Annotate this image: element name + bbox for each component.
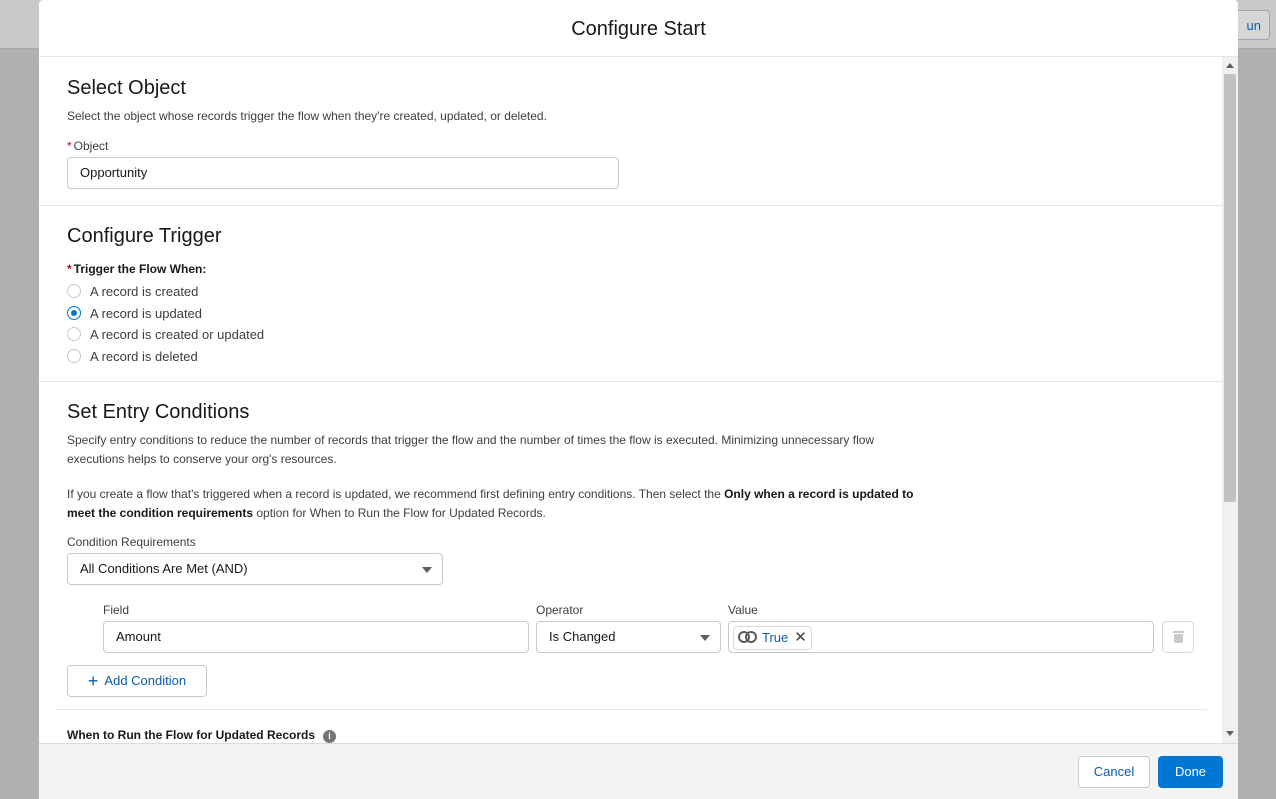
condition-requirements-label: Condition Requirements xyxy=(67,535,196,549)
plus-icon: + xyxy=(87,671,99,691)
entry-conditions-note: If you create a flow that's triggered wh… xyxy=(67,487,914,501)
scrollbar[interactable] xyxy=(1222,57,1238,743)
chevron-down-icon xyxy=(700,635,710,641)
condition-requirements-select[interactable]: All Conditions Are Met (AND) xyxy=(67,553,443,585)
modal-header: Configure Start xyxy=(39,0,1238,57)
radio-button[interactable] xyxy=(67,327,81,341)
required-asterisk: * xyxy=(67,262,72,276)
entry-conditions-section: Set Entry Conditions Specify entry condi… xyxy=(39,382,1222,743)
operator-select[interactable]: Is Changed xyxy=(536,621,721,653)
radio-record-updated[interactable]: A record is updated xyxy=(67,303,202,323)
operator-label: Operator xyxy=(536,603,584,617)
info-icon[interactable]: i xyxy=(323,730,336,743)
radio-record-created-or-updated[interactable]: A record is created or updated xyxy=(67,324,264,344)
modal-title: Configure Start xyxy=(571,18,706,40)
entry-conditions-title: Set Entry Conditions xyxy=(67,401,250,423)
scroll-up-arrow-icon[interactable] xyxy=(1226,63,1234,68)
scroll-down-arrow-icon[interactable] xyxy=(1226,731,1234,736)
value-input[interactable]: True ✕ xyxy=(728,621,1154,653)
radio-button[interactable] xyxy=(67,284,81,298)
entry-conditions-note-line2: meet the condition requirements option f… xyxy=(67,506,546,520)
add-condition-button[interactable]: + Add Condition xyxy=(67,665,207,697)
divider xyxy=(55,709,1207,710)
modal-body: Select Object Select the object whose re… xyxy=(39,57,1238,743)
radio-button-checked[interactable] xyxy=(67,306,81,320)
select-object-title: Select Object xyxy=(67,77,186,99)
object-label: * Object xyxy=(67,139,109,153)
configure-trigger-title: Configure Trigger xyxy=(67,225,222,247)
chevron-down-icon xyxy=(422,567,432,573)
field-label: Field xyxy=(103,603,130,617)
entry-conditions-desc-line1: Specify entry conditions to reduce the n… xyxy=(67,433,875,447)
value-pill[interactable]: True ✕ xyxy=(733,626,812,650)
radio-button[interactable] xyxy=(67,349,81,363)
select-object-description: Select the object whose records trigger … xyxy=(67,109,547,123)
field-input[interactable]: Amount xyxy=(103,621,529,653)
close-icon[interactable]: ✕ xyxy=(794,630,807,645)
select-object-section: Select Object Select the object whose re… xyxy=(39,57,1222,206)
scrollbar-thumb[interactable] xyxy=(1224,74,1236,502)
trigger-label: * Trigger the Flow When: xyxy=(67,262,207,276)
radio-record-created[interactable]: A record is created xyxy=(67,281,198,301)
when-to-run-label: When to Run the Flow for Updated Records… xyxy=(67,728,336,743)
radio-record-deleted[interactable]: A record is deleted xyxy=(67,346,198,366)
boolean-icon xyxy=(738,631,758,645)
modal-footer: Cancel Done xyxy=(39,743,1238,799)
trash-icon xyxy=(1173,631,1184,633)
configure-trigger-section: Configure Trigger * Trigger the Flow When… xyxy=(39,206,1222,382)
required-asterisk: * xyxy=(67,139,72,153)
configure-start-modal: Configure Start Select Object Select the… xyxy=(39,0,1238,799)
cancel-button[interactable]: Cancel xyxy=(1078,756,1150,788)
entry-conditions-desc-line2: executions helps to conserve your org's … xyxy=(67,452,337,466)
done-button[interactable]: Done xyxy=(1158,756,1223,788)
object-input[interactable]: Opportunity xyxy=(67,157,619,189)
delete-condition-button[interactable] xyxy=(1162,621,1194,653)
value-label: Value xyxy=(728,603,758,617)
